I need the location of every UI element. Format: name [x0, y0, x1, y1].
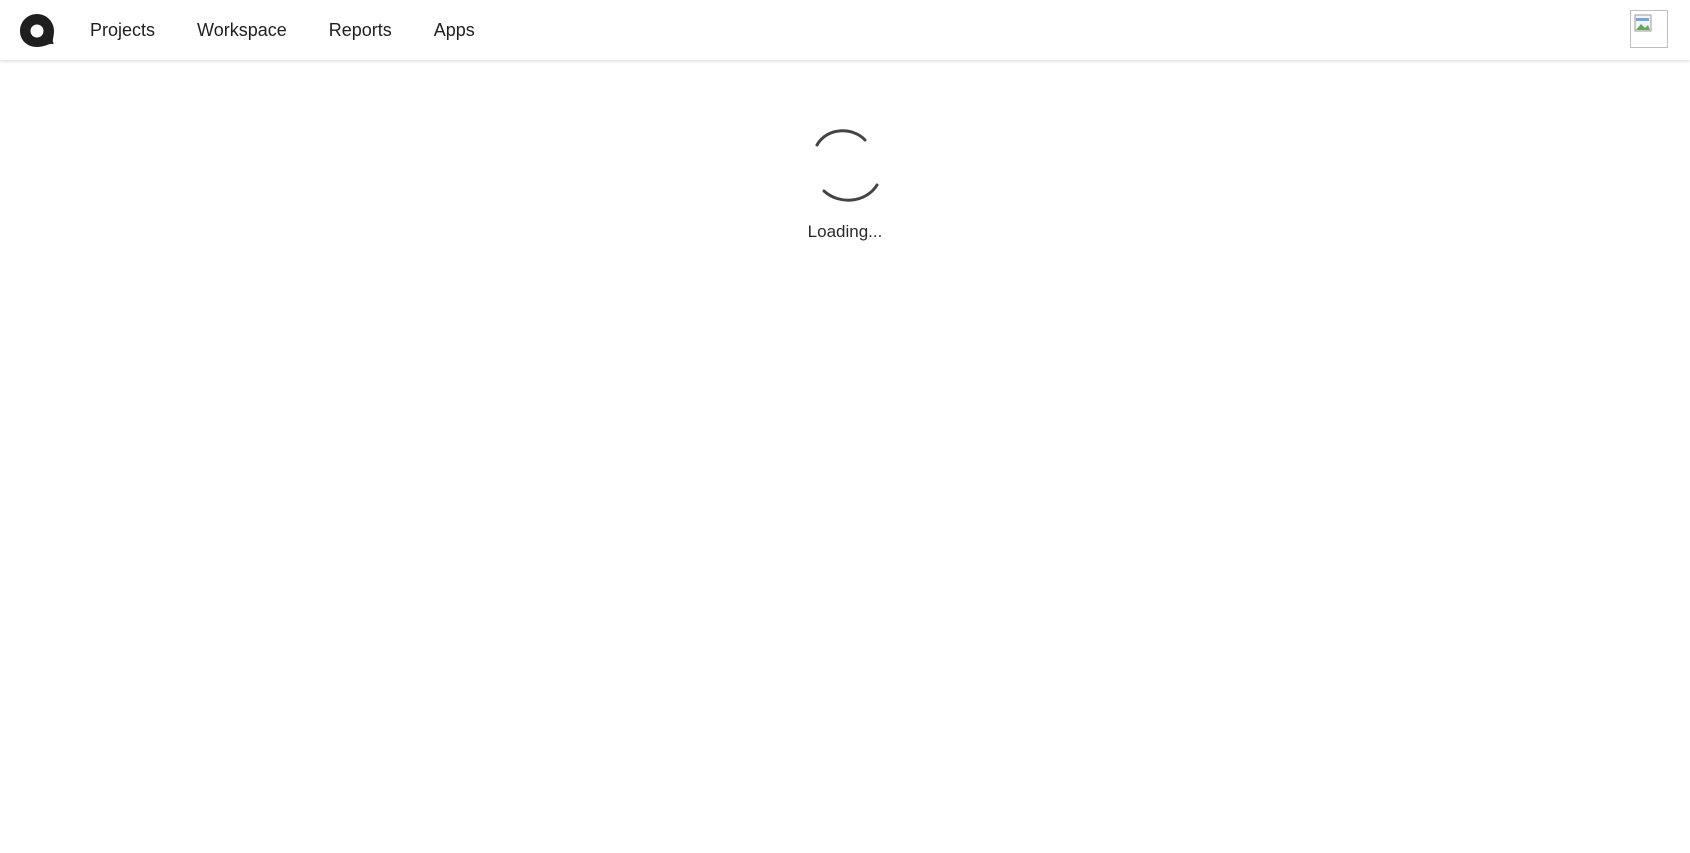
nav-workspace[interactable]: Workspace — [197, 20, 287, 41]
nav-reports[interactable]: Reports — [329, 20, 392, 41]
app-logo-icon[interactable] — [18, 12, 56, 48]
main-navigation: Projects Workspace Reports Apps — [90, 0, 517, 60]
user-avatar[interactable] — [1630, 10, 1668, 48]
nav-apps[interactable]: Apps — [434, 20, 475, 41]
broken-image-icon — [1634, 14, 1652, 32]
loading-indicator — [805, 125, 885, 215]
loading-spinner-icon — [815, 129, 879, 202]
top-navigation-bar: Projects Workspace Reports Apps — [0, 0, 1690, 60]
loading-text: Loading... — [807, 222, 883, 241]
nav-projects[interactable]: Projects — [90, 20, 155, 41]
